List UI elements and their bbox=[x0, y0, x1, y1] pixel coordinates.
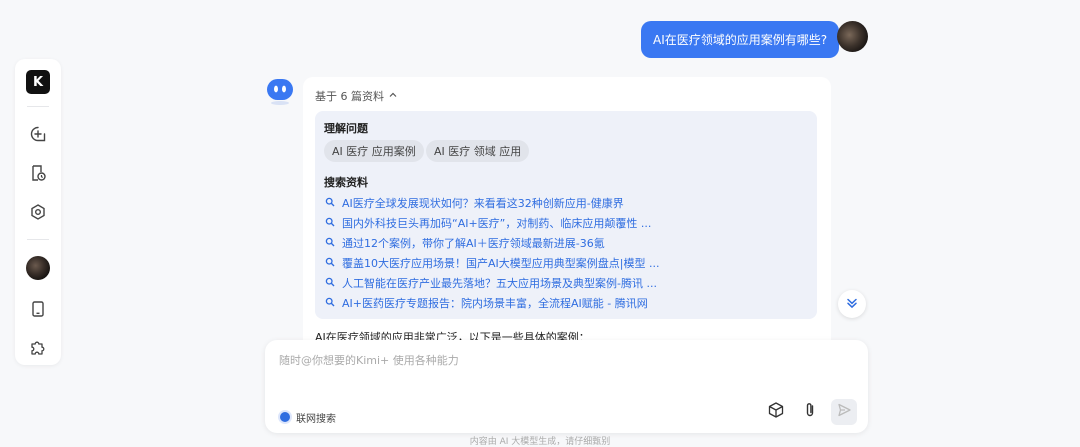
user-message: AI在医疗领域的应用案例有哪些? bbox=[641, 21, 840, 58]
source-link-text: 通过12个案例，带你了解AI＋医疗领域最新进展-36氪 bbox=[342, 237, 605, 250]
kimi-bot-avatar-icon bbox=[266, 78, 294, 106]
chat-input-box: 联网搜索 bbox=[265, 340, 868, 433]
source-link-text: 覆盖10大医疗应用场景！国产AI大模型应用典型案例盘点|模型 ... bbox=[342, 257, 660, 270]
toggle-indicator bbox=[280, 412, 290, 422]
paperclip-icon bbox=[801, 401, 819, 423]
web-search-label: 联网搜索 bbox=[296, 413, 336, 425]
search-icon bbox=[325, 257, 335, 270]
send-button[interactable] bbox=[831, 399, 857, 425]
source-link[interactable]: AI+医药医疗专题报告：院内场景丰富，全流程AI赋能 - 腾讯网 bbox=[325, 294, 648, 312]
kimi-plus-icon[interactable] bbox=[26, 200, 50, 224]
double-chevron-down-icon bbox=[845, 295, 859, 314]
source-link-text: AI医疗全球发展现状如何？来看看这32种创新应用-健康界 bbox=[342, 197, 624, 210]
new-chat-icon[interactable] bbox=[26, 122, 50, 146]
plugin-icon[interactable] bbox=[26, 335, 50, 359]
chevron-up-icon bbox=[388, 90, 398, 103]
references-panel: 理解问题 AI 医疗 应用案例 AI 医疗 领域 应用 搜索资料 AI医疗全球发… bbox=[315, 111, 817, 319]
chat-input[interactable] bbox=[277, 350, 841, 384]
source-link[interactable]: 覆盖10大医疗应用场景！国产AI大模型应用典型案例盘点|模型 ... bbox=[325, 254, 659, 272]
search-icon bbox=[325, 197, 335, 210]
kimi-logo[interactable]: K bbox=[26, 70, 50, 94]
sidebar-divider bbox=[27, 106, 49, 107]
understand-heading: 理解问题 bbox=[324, 122, 368, 135]
source-link-text: 国内外科技巨头再加码“AI+医疗”，对制药、临床应用颠覆性 ... bbox=[342, 217, 652, 230]
user-avatar bbox=[837, 21, 868, 52]
search-icon bbox=[325, 277, 335, 290]
avatar[interactable] bbox=[26, 256, 50, 280]
search-icon bbox=[325, 297, 335, 310]
source-link-text: 人工智能在医疗产业最先落地？五大应用场景及典型案例-腾讯 ... bbox=[342, 277, 657, 290]
cube-button[interactable] bbox=[763, 399, 789, 425]
send-icon bbox=[836, 402, 852, 422]
tablet-icon[interactable] bbox=[26, 297, 50, 321]
source-link-text: AI+医药医疗专题报告：院内场景丰富，全流程AI赋能 - 腾讯网 bbox=[342, 297, 648, 310]
references-toggle-label: 基于 6 篇资料 bbox=[315, 90, 384, 103]
source-link[interactable]: 人工智能在医疗产业最先落地？五大应用场景及典型案例-腾讯 ... bbox=[325, 274, 657, 292]
source-link[interactable]: 通过12个案例，带你了解AI＋医疗领域最新进展-36氪 bbox=[325, 234, 605, 252]
query-tag: AI 医疗 应用案例 bbox=[324, 140, 424, 162]
source-link[interactable]: 国内外科技巨头再加码“AI+医疗”，对制药、临床应用颠覆性 ... bbox=[325, 214, 651, 232]
query-tag: AI 医疗 领域 应用 bbox=[426, 140, 530, 162]
attach-button[interactable] bbox=[797, 399, 823, 425]
sidebar-divider bbox=[27, 239, 49, 240]
web-search-toggle[interactable]: 联网搜索 bbox=[280, 409, 336, 425]
answer-card: 基于 6 篇资料 理解问题 AI 医疗 应用案例 AI 医疗 领域 应用 搜索资… bbox=[303, 77, 831, 367]
references-toggle[interactable]: 基于 6 篇资料 bbox=[315, 88, 398, 104]
search-icon bbox=[325, 217, 335, 230]
scroll-to-bottom-button[interactable] bbox=[838, 290, 866, 318]
cube-icon bbox=[767, 401, 785, 423]
search-icon bbox=[325, 237, 335, 250]
search-heading: 搜索资料 bbox=[324, 176, 368, 189]
sidebar: K bbox=[15, 59, 61, 365]
history-icon[interactable] bbox=[26, 161, 50, 185]
source-link[interactable]: AI医疗全球发展现状如何？来看看这32种创新应用-健康界 bbox=[325, 194, 624, 212]
